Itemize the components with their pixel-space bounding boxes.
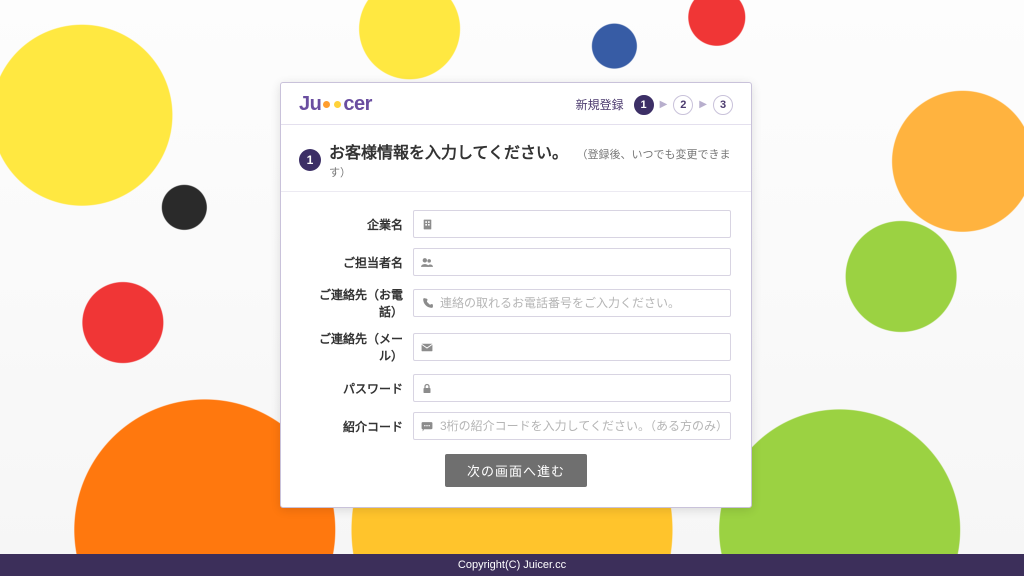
chevron-right-icon: ▶ bbox=[660, 99, 668, 110]
email-input[interactable] bbox=[440, 334, 730, 360]
label-company: 企業名 bbox=[301, 216, 413, 233]
juicer-logo: Ju cer bbox=[299, 93, 372, 116]
step-badge: 1 bbox=[299, 149, 321, 171]
building-icon bbox=[414, 218, 440, 231]
field-phone: ご連絡先（お電話） bbox=[301, 286, 731, 320]
copyright-text: Copyright(C) Juicer.cc bbox=[458, 559, 566, 571]
logo-dot-yellow-icon bbox=[334, 101, 341, 108]
registration-form: 企業名 ご担当者名 ご連絡先（お電話） bbox=[281, 192, 751, 507]
section-title: お客様情報を入力してください。 （登録後、いつでも変更できます） bbox=[329, 139, 733, 181]
phone-input[interactable] bbox=[440, 290, 730, 316]
field-password: パスワード bbox=[301, 374, 731, 402]
chevron-right-icon: ▶ bbox=[699, 99, 707, 110]
input-wrap-referral bbox=[413, 412, 731, 440]
step-3: 3 bbox=[713, 95, 733, 115]
field-referral: 紹介コード bbox=[301, 412, 731, 440]
input-wrap-contact bbox=[413, 248, 731, 276]
page-footer: Copyright(C) Juicer.cc bbox=[0, 554, 1024, 576]
label-referral: 紹介コード bbox=[301, 418, 413, 435]
label-password: パスワード bbox=[301, 380, 413, 397]
logo-text-left: Ju bbox=[299, 93, 321, 116]
phone-icon bbox=[414, 297, 440, 310]
input-wrap-company bbox=[413, 210, 731, 238]
step-indicator: 新規登録 1 ▶ 2 ▶ 3 bbox=[576, 95, 733, 115]
lock-icon bbox=[414, 382, 440, 395]
password-input[interactable] bbox=[440, 375, 730, 401]
label-email: ご連絡先（メール） bbox=[301, 330, 413, 364]
section-title-text: お客様情報を入力してください。 bbox=[329, 145, 568, 162]
registration-card: Ju cer 新規登録 1 ▶ 2 ▶ 3 1 お客様情報を入力してください。 … bbox=[280, 82, 752, 508]
mail-icon bbox=[414, 341, 440, 354]
company-input[interactable] bbox=[440, 211, 730, 237]
people-icon bbox=[414, 256, 440, 269]
label-phone: ご連絡先（お電話） bbox=[301, 286, 413, 320]
steps-label: 新規登録 bbox=[576, 96, 624, 113]
step-1: 1 bbox=[634, 95, 654, 115]
next-button[interactable]: 次の画面へ進む bbox=[445, 454, 587, 487]
chat-icon bbox=[414, 420, 440, 433]
section-title-row: 1 お客様情報を入力してください。 （登録後、いつでも変更できます） bbox=[281, 125, 751, 192]
input-wrap-email bbox=[413, 333, 731, 361]
submit-row: 次の画面へ進む bbox=[301, 454, 731, 487]
input-wrap-phone bbox=[413, 289, 731, 317]
referral-code-input[interactable] bbox=[440, 413, 730, 439]
field-email: ご連絡先（メール） bbox=[301, 330, 731, 364]
contact-name-input[interactable] bbox=[440, 249, 730, 275]
card-header: Ju cer 新規登録 1 ▶ 2 ▶ 3 bbox=[281, 83, 751, 124]
field-company: 企業名 bbox=[301, 210, 731, 238]
label-contact: ご担当者名 bbox=[301, 254, 413, 271]
input-wrap-password bbox=[413, 374, 731, 402]
logo-text-right: cer bbox=[343, 93, 372, 116]
logo-dot-orange-icon bbox=[323, 101, 330, 108]
field-contact: ご担当者名 bbox=[301, 248, 731, 276]
step-2: 2 bbox=[673, 95, 693, 115]
